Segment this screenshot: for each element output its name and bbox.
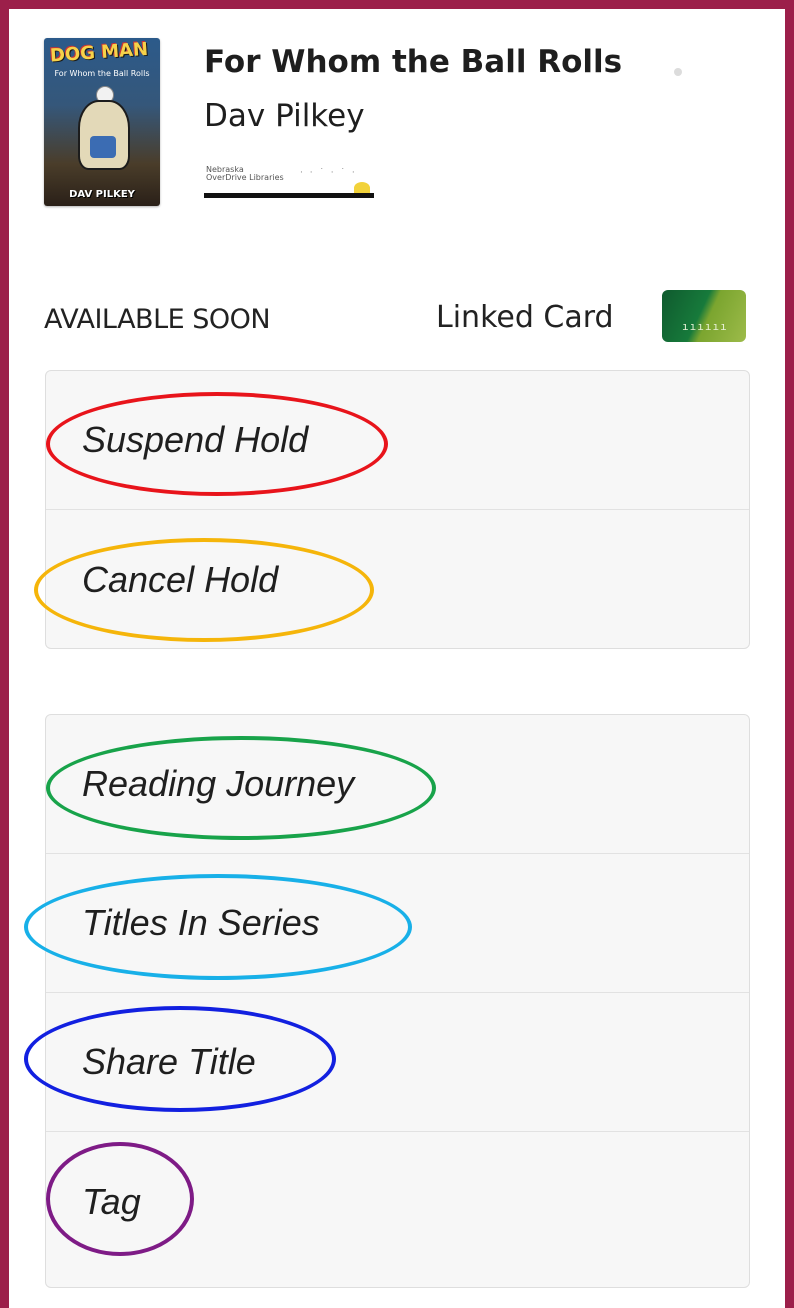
cancel-hold-label: Cancel Hold <box>82 558 279 600</box>
suspend-hold-label: Suspend Hold <box>82 419 309 460</box>
suspend-hold-button[interactable]: Suspend Hold <box>46 371 749 510</box>
titles-in-series-button[interactable]: Titles In Series <box>46 854 749 993</box>
book-author[interactable]: Dav Pilkey <box>204 98 365 134</box>
cover-character-art <box>78 100 130 170</box>
share-title-label: Share Title <box>82 1041 256 1082</box>
library-logo: Nebraska OverDrive Libraries · · ˙ · ˙ · <box>204 160 376 200</box>
book-title[interactable]: For Whom the Ball Rolls <box>204 44 622 80</box>
cover-subtitle-text: For Whom the Ball Rolls <box>54 69 150 78</box>
library-logo-skyline <box>204 193 374 198</box>
titles-in-series-label: Titles In Series <box>82 902 320 943</box>
tag-label: Tag <box>82 1180 141 1222</box>
cover-author-text: DAV PILKEY <box>69 189 135 200</box>
reading-journey-label: Reading Journey <box>82 763 355 804</box>
tag-button[interactable]: Tag <box>46 1132 749 1271</box>
library-card-icon[interactable]: ıııııı <box>662 290 746 342</box>
book-cover[interactable]: DOG MAN For Whom the Ball Rolls DAV PILK… <box>44 38 160 206</box>
reading-journey-button[interactable]: Reading Journey <box>46 715 749 854</box>
share-title-button[interactable]: Share Title <box>46 993 749 1132</box>
library-name: Nebraska OverDrive Libraries <box>206 165 284 183</box>
cancel-hold-button[interactable]: Cancel Hold <box>46 510 749 649</box>
linked-card-label: Linked Card <box>436 300 614 335</box>
hold-actions-panel: Suspend Hold Cancel Hold <box>45 370 750 649</box>
cover-series-text: DOG MAN <box>49 38 149 67</box>
card-barcode-icon: ıııııı <box>682 320 728 333</box>
title-actions-panel: Reading Journey Titles In Series Share T… <box>45 714 750 1288</box>
title-separator-dot <box>674 68 682 76</box>
availability-status: AVAILABLE SOON <box>44 304 271 335</box>
library-logo-dots: · · ˙ · ˙ · <box>300 168 357 178</box>
